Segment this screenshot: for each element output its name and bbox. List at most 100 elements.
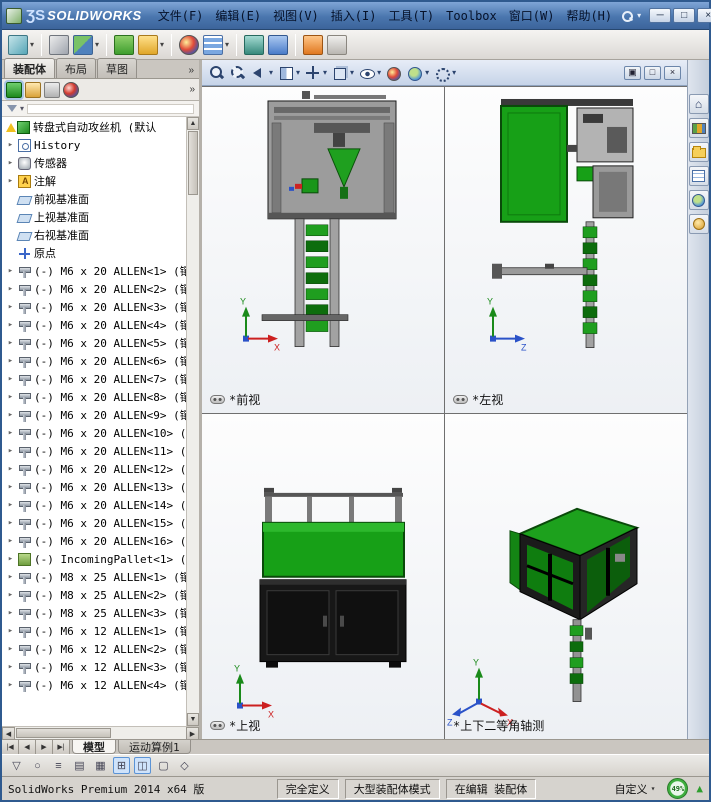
viewport-front[interactable]: Y X *前视 <box>202 87 444 413</box>
tree-item-m6x20-allen-4[interactable]: ▸ (-) M6 x 20 ALLEN<4> (镶 <box>2 316 186 334</box>
scroll-last-button[interactable]: ▶| <box>53 740 70 754</box>
panel-tabs-overflow-icon[interactable]: » <box>183 65 199 78</box>
expander-icon[interactable]: ▸ <box>6 176 15 186</box>
expander-icon[interactable]: ▸ <box>6 266 15 276</box>
resource-gauge[interactable]: 49% <box>667 778 689 799</box>
hud-caret[interactable]: ▾ <box>377 68 381 77</box>
expander-icon[interactable]: ▸ <box>6 410 15 420</box>
expander-icon[interactable]: ▸ <box>6 446 15 456</box>
previous-view-icon[interactable] <box>250 65 268 81</box>
task-pane-home-icon[interactable]: ⌂ <box>688 94 709 114</box>
configuration-manager-tab-icon[interactable] <box>44 81 60 98</box>
tree-item-m6x20-allen-12[interactable]: ▸ (-) M6 x 20 ALLEN<12> ( <box>2 460 186 478</box>
close-button[interactable]: × <box>697 8 711 23</box>
hscroll-thumb[interactable] <box>16 728 111 738</box>
expand-arrow-icon[interactable]: ▲ <box>696 782 703 795</box>
tree-item-m8x25-allen-2[interactable]: ▸ (-) M8 x 25 ALLEN<2> (镶 <box>2 586 186 604</box>
expander-icon[interactable]: ▸ <box>6 284 15 294</box>
tree-item-right-plane[interactable]: 右视基准面 <box>2 226 186 244</box>
expander-icon[interactable]: ▸ <box>6 482 15 492</box>
motion-study-icon[interactable] <box>244 34 265 55</box>
edit-appearance-icon[interactable] <box>385 65 403 81</box>
note-icon[interactable]: ◇ <box>176 757 193 774</box>
hud-caret[interactable]: ▾ <box>269 68 273 77</box>
panel-tab-assembly[interactable]: 装配体 <box>4 58 55 78</box>
viewport-top[interactable]: Y X *上视 <box>202 413 444 739</box>
tree-item-top-plane[interactable]: 上视基准面 <box>2 208 186 226</box>
tree-item-m6x20-allen-16[interactable]: ▸ (-) M6 x 20 ALLEN<16> ( <box>2 532 186 550</box>
maximize-button[interactable]: □ <box>673 8 696 23</box>
edit-appearance-icon[interactable] <box>179 34 200 55</box>
sketch-entity-icon[interactable]: ○ <box>29 757 46 774</box>
grid-icon[interactable]: ▦ <box>92 757 109 774</box>
expander-icon[interactable]: ▸ <box>6 338 15 348</box>
zoom-area-icon[interactable] <box>229 65 247 81</box>
tree-item-m6x12-allen-2[interactable]: ▸ (-) M6 x 12 ALLEN<2> (镶 <box>2 640 186 658</box>
menu-toolbox[interactable]: Toolbox <box>440 6 503 26</box>
design-library-icon[interactable] <box>688 118 709 138</box>
tree-horizontal-scrollbar[interactable]: ◀ ▶ <box>2 726 199 740</box>
hud-caret[interactable]: ▾ <box>350 68 354 77</box>
tree-item-m6x12-allen-1[interactable]: ▸ (-) M6 x 12 ALLEN<1> (镶 <box>2 622 186 640</box>
smart-fasteners-icon[interactable] <box>114 34 135 55</box>
tree-item-sensors[interactable]: ▸ 传感器 <box>2 154 186 172</box>
expander-icon[interactable]: ▸ <box>6 320 15 330</box>
panel-tab-layout[interactable]: 布局 <box>56 58 96 78</box>
select-filter-icon[interactable]: ▽ <box>8 757 25 774</box>
display-style-icon[interactable] <box>331 65 349 81</box>
expander-icon[interactable]: ▸ <box>6 140 15 150</box>
scroll-next-button[interactable]: ▶ <box>36 740 53 754</box>
tree-item-m8x25-allen-3[interactable]: ▸ (-) M8 x 25 ALLEN<3> (镶 <box>2 604 186 622</box>
expander-icon[interactable]: ▸ <box>6 680 15 690</box>
options-icon[interactable] <box>327 34 348 55</box>
apply-scene-icon[interactable] <box>406 65 424 81</box>
show-hidden-components-icon[interactable] <box>138 34 159 55</box>
featuremanager-tree-tab-icon[interactable] <box>4 79 24 100</box>
component-pattern-icon[interactable] <box>203 34 224 55</box>
scroll-first-button[interactable]: |◀ <box>2 740 19 754</box>
expander-icon[interactable]: ▸ <box>6 518 15 528</box>
view-palette-icon[interactable] <box>688 166 709 186</box>
tree-item-m6x20-allen-5[interactable]: ▸ (-) M6 x 20 ALLEN<5> (镶 <box>2 334 186 352</box>
scroll-up-icon[interactable]: ▲ <box>187 117 199 130</box>
expander-icon[interactable]: ▸ <box>6 572 15 582</box>
panel-tab-sketch[interactable]: 草图 <box>97 58 137 78</box>
minimize-button[interactable]: ─ <box>649 8 672 23</box>
menu-tools[interactable]: 工具(T) <box>382 4 440 27</box>
view-orientation-icon[interactable] <box>304 65 322 81</box>
hide-show-items-icon[interactable] <box>358 65 376 81</box>
tab-motion-study-1[interactable]: 运动算例1 <box>118 740 191 754</box>
hud-caret[interactable]: ▾ <box>323 68 327 77</box>
tree-item-m6x20-allen-6[interactable]: ▸ (-) M6 x 20 ALLEN<6> (镶 <box>2 352 186 370</box>
restore-pane-button[interactable]: ▣ <box>624 65 641 80</box>
expander-icon[interactable]: ▸ <box>6 392 15 402</box>
custom-properties-icon[interactable] <box>688 214 709 234</box>
tree-item-m6x20-allen-1[interactable]: ▸ (-) M6 x 20 ALLEN<1> (镶 <box>2 262 186 280</box>
expander-icon[interactable]: ▸ <box>6 464 15 474</box>
toolbar-caret[interactable]: ▾ <box>95 40 99 49</box>
search-caret-icon[interactable]: ▾ <box>637 11 641 20</box>
tab-model[interactable]: 模型 <box>72 740 116 754</box>
filter-caret-icon[interactable]: ▾ <box>20 104 24 113</box>
expander-icon[interactable]: ▸ <box>6 554 15 564</box>
tree-item-m6x12-allen-3[interactable]: ▸ (-) M6 x 12 ALLEN<3> (镶 <box>2 658 186 676</box>
expander-icon[interactable]: ▸ <box>6 158 15 168</box>
hud-caret[interactable]: ▾ <box>425 68 429 77</box>
attachments-icon[interactable] <box>49 34 70 55</box>
exploded-view-icon[interactable] <box>303 34 324 55</box>
view-settings-icon[interactable] <box>433 65 451 82</box>
tree-item-incoming-pallet-1[interactable]: ▸ (-) IncomingPallet<1> ( <box>2 550 186 568</box>
expander-icon[interactable]: ▸ <box>6 590 15 600</box>
tree-item-m6x20-allen-7[interactable]: ▸ (-) M6 x 20 ALLEN<7> (镶 <box>2 370 186 388</box>
menu-edit[interactable]: 编辑(E) <box>209 4 267 27</box>
expander-icon[interactable]: ▸ <box>6 374 15 384</box>
toolbar-caret[interactable]: ▾ <box>30 40 34 49</box>
expander-icon[interactable]: ▸ <box>6 536 15 546</box>
menu-help[interactable]: 帮助(H) <box>560 4 618 27</box>
menu-insert[interactable]: 插入(I) <box>325 4 383 27</box>
hud-caret[interactable]: ▾ <box>296 68 300 77</box>
zoom-fit-icon[interactable] <box>208 65 226 81</box>
filter-input[interactable] <box>27 103 194 114</box>
file-explorer-icon[interactable] <box>688 142 709 162</box>
tree-item-m6x20-allen-9[interactable]: ▸ (-) M6 x 20 ALLEN<9> (镶 <box>2 406 186 424</box>
